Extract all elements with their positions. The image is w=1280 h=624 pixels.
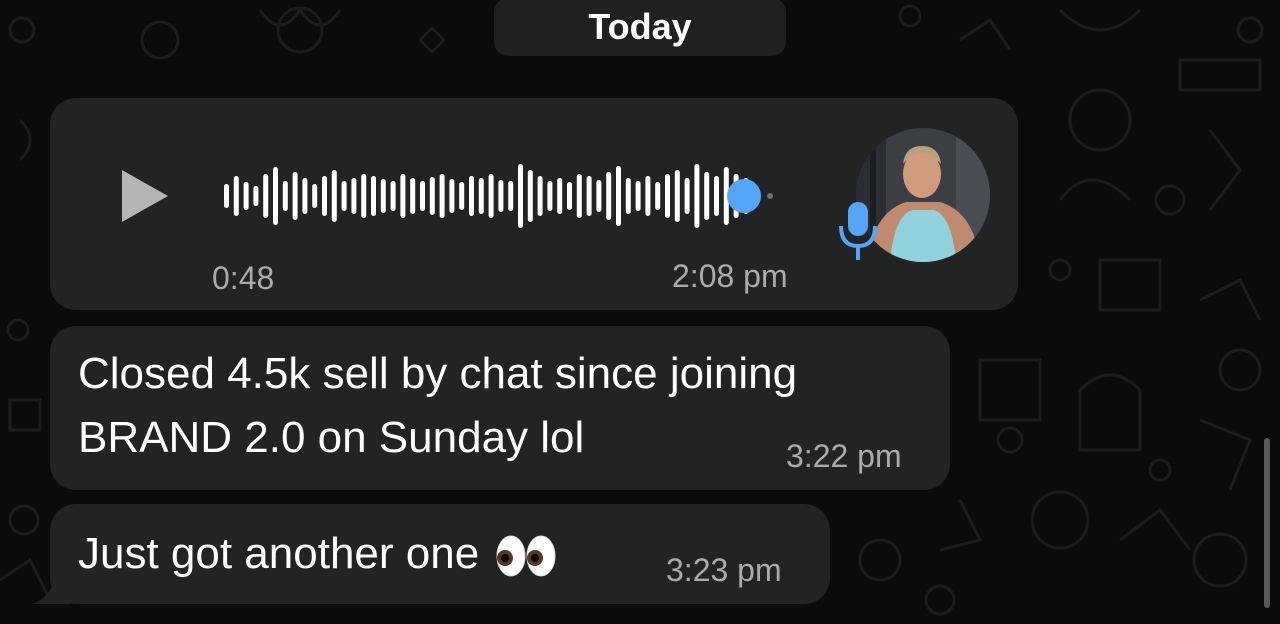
waveform-bar <box>596 180 602 212</box>
message-timestamp: 3:22 pm <box>786 438 902 474</box>
voice-duration: 0:48 <box>212 260 275 296</box>
waveform-bar <box>606 172 612 220</box>
waveform-bar <box>478 178 484 214</box>
bubble-tail <box>32 570 70 604</box>
playback-position-knob[interactable] <box>727 179 762 213</box>
eyes-emoji-icon <box>496 535 556 577</box>
scrollbar[interactable] <box>1264 438 1270 608</box>
waveform-bar <box>420 181 425 211</box>
message-timestamp: 3:23 pm <box>666 552 782 588</box>
waveform-bar <box>616 166 621 226</box>
waveform-bar <box>665 174 670 218</box>
date-label: Today <box>588 6 692 47</box>
waveform-bar <box>674 170 680 222</box>
message-body: Just got another one <box>78 529 480 578</box>
waveform-bar <box>380 179 386 213</box>
waveform-bar <box>655 182 661 210</box>
waveform-bar <box>527 170 533 222</box>
waveform-bar <box>351 178 357 214</box>
waveform-bar <box>684 178 690 214</box>
waveform-bar <box>557 178 563 214</box>
waveform-end-dot <box>767 193 774 199</box>
waveform-bar <box>488 174 494 218</box>
waveform-bar <box>694 164 700 228</box>
waveform-bar <box>586 176 592 216</box>
message-bubble[interactable]: Closed 4.5k sell by chat since joining B… <box>50 326 950 490</box>
waveform-bar <box>547 181 553 211</box>
waveform-bar <box>537 176 543 216</box>
waveform-bar <box>371 176 376 216</box>
waveform-bar <box>714 176 719 216</box>
message-timestamp: 2:08 pm <box>672 258 788 294</box>
waveform-bar <box>292 172 298 220</box>
waveform-bar <box>704 172 710 220</box>
waveform-bar <box>243 182 249 210</box>
waveform-bar <box>400 174 406 218</box>
waveform-bar <box>439 174 445 218</box>
message-bubble[interactable]: Just got another one 3:23 pm <box>50 504 830 604</box>
message-text: Just got another one <box>78 522 557 586</box>
waveform-bar <box>361 174 367 218</box>
waveform-bar <box>469 176 474 216</box>
play-icon[interactable] <box>120 168 170 224</box>
message-line: Closed 4.5k sell by chat since joining <box>78 349 798 398</box>
waveform-bar <box>331 170 337 222</box>
waveform-bar <box>518 164 523 228</box>
waveform-bar <box>576 174 582 218</box>
microphone-icon <box>839 202 877 260</box>
waveform-bar <box>508 181 514 211</box>
waveform-bar <box>253 186 259 206</box>
message-line: BRAND 2.0 on Sunday lol <box>78 413 585 462</box>
waveform-bar <box>410 178 416 214</box>
waveform-bar <box>459 182 465 210</box>
waveform-bar <box>341 181 347 211</box>
waveform-bar <box>498 180 504 212</box>
waveform-bar <box>224 184 229 208</box>
waveform-bar <box>322 176 327 216</box>
waveform-bar <box>567 182 572 210</box>
waveform-bar <box>390 181 396 211</box>
message-text: Closed 4.5k sell by chat since joining B… <box>78 342 797 470</box>
waveform-bar <box>625 178 631 214</box>
waveform-bar <box>273 167 278 225</box>
date-separator: Today <box>494 0 786 56</box>
waveform-bar <box>449 179 455 213</box>
waveform-bar <box>263 174 269 218</box>
waveform-bar <box>635 181 641 211</box>
waveform-bar <box>312 184 318 208</box>
waveform-bar <box>302 178 308 214</box>
voice-message-bubble[interactable]: 0:48 2:08 pm <box>50 98 1018 310</box>
waveform-bar <box>233 176 239 216</box>
waveform-bar <box>429 177 435 215</box>
waveform-bar <box>282 181 288 211</box>
audio-waveform[interactable] <box>222 158 802 234</box>
waveform-bar <box>645 176 651 216</box>
